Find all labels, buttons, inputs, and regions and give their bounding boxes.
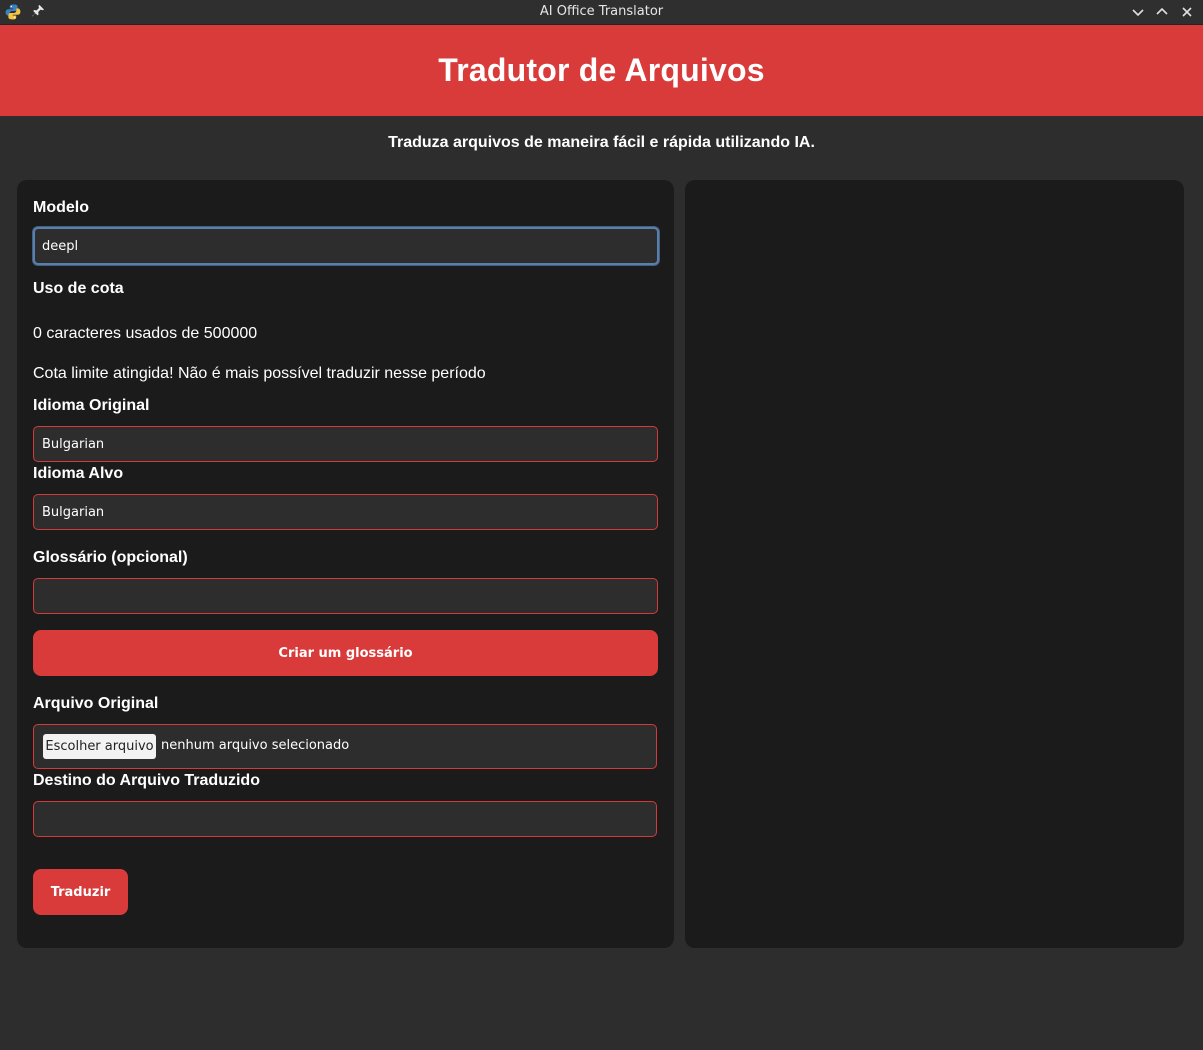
page-subtitle: Traduza arquivos de maneira fácil e rápi…	[388, 134, 815, 151]
target-language-select[interactable]: Bulgarian	[33, 494, 658, 530]
source-language-value: Bulgarian	[42, 436, 105, 452]
target-language-label: Idioma Alvo	[33, 465, 124, 482]
glossary-label: Glossário (opcional)	[33, 549, 188, 566]
chevron-up-icon[interactable]	[1152, 2, 1172, 22]
destination-label: Destino do Arquivo Traduzido	[33, 772, 260, 789]
model-label: Modelo	[33, 199, 89, 216]
source-language-select[interactable]: Bulgarian	[33, 426, 658, 462]
output-panel	[685, 180, 1184, 948]
chevron-down-icon[interactable]	[1128, 2, 1148, 22]
create-glossary-button[interactable]: Criar um glossário	[33, 630, 658, 676]
file-status-text: nenhum arquivo selecionado	[161, 738, 350, 753]
source-file-label: Arquivo Original	[33, 695, 159, 712]
model-value: deepl	[42, 238, 79, 254]
translate-button[interactable]: Traduzir	[33, 869, 128, 915]
close-icon[interactable]	[1177, 2, 1197, 22]
glossary-select[interactable]	[33, 578, 658, 614]
destination-input[interactable]	[33, 801, 657, 837]
model-select[interactable]: deepl	[33, 227, 659, 265]
header-banner: Tradutor de Arquivos	[0, 25, 1203, 116]
page-title: Tradutor de Arquivos	[438, 52, 765, 88]
window-titlebar: AI Office Translator	[0, 0, 1203, 25]
window-title: AI Office Translator	[539, 4, 664, 19]
choose-file-button[interactable]: Escolher arquivo	[43, 734, 156, 759]
quota-label: Uso de cota	[33, 280, 124, 297]
quota-usage-text: 0 caracteres usados de 500000	[33, 325, 258, 342]
target-language-value: Bulgarian	[42, 504, 105, 520]
source-language-label: Idioma Original	[33, 397, 150, 414]
quota-limit-text: Cota limite atingida! Não é mais possíve…	[33, 365, 486, 382]
